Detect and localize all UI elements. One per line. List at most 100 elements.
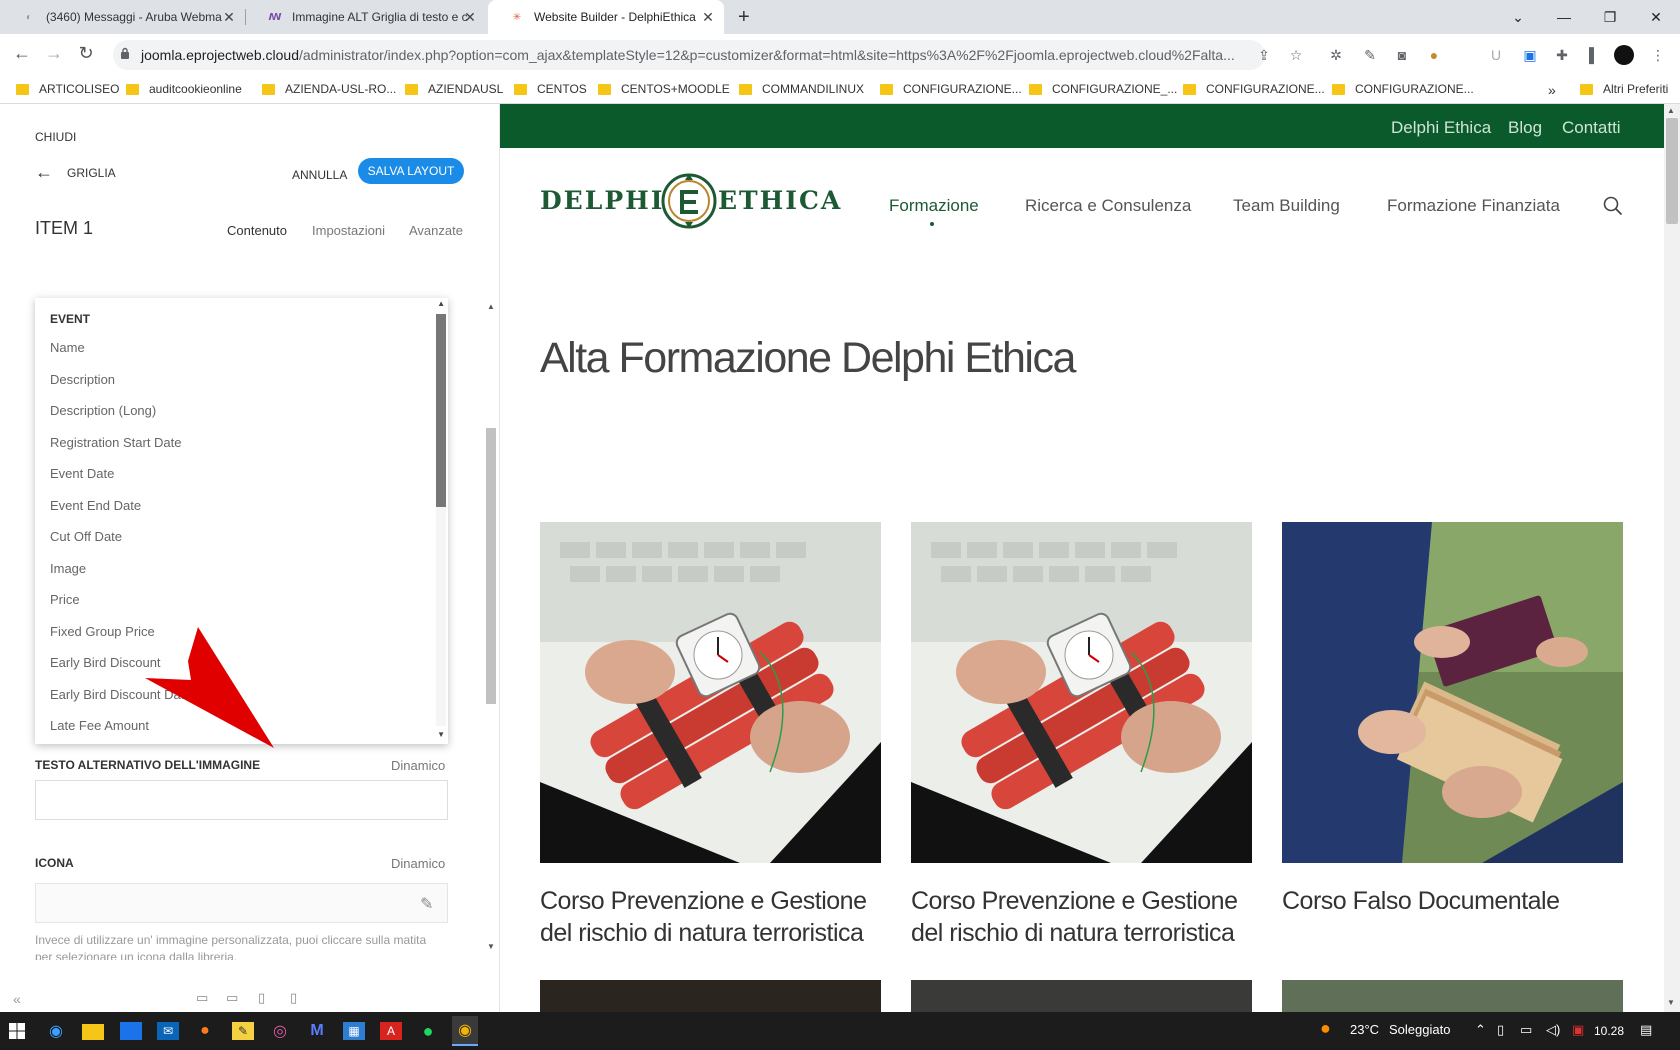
alt-text-input[interactable] bbox=[35, 780, 448, 820]
dropdown-option[interactable]: Late Fee Amount bbox=[50, 718, 149, 733]
back-arrow-icon[interactable]: ← bbox=[35, 162, 53, 183]
clock[interactable]: 10.28 bbox=[1594, 1024, 1624, 1038]
weather-temp[interactable]: 23°C bbox=[1350, 1022, 1379, 1037]
u-extension-icon[interactable]: U bbox=[1486, 45, 1506, 65]
translate-icon[interactable]: ▣ bbox=[1520, 45, 1540, 65]
bookmark-item[interactable]: ARTICOLISEO bbox=[16, 82, 119, 96]
browser-tab-builder[interactable]: ✳ Website Builder - DelphiEthica ✕ bbox=[488, 0, 724, 34]
mobile-view-icon[interactable]: ▯ bbox=[290, 990, 297, 1006]
bookmark-item[interactable]: CENTOS+MOODLE bbox=[598, 82, 730, 96]
dropdown-option[interactable]: Image bbox=[50, 561, 86, 576]
course-image-partial[interactable] bbox=[911, 980, 1252, 1012]
dropdown-option[interactable]: Name bbox=[50, 340, 85, 355]
nav-team-building[interactable]: Team Building bbox=[1233, 196, 1340, 216]
laptop-view-icon[interactable]: ▭ bbox=[226, 990, 238, 1006]
icon-field[interactable] bbox=[35, 883, 448, 923]
course-title[interactable]: Corso Falso Documentale bbox=[1282, 885, 1623, 917]
volume-icon[interactable]: ◁) bbox=[1546, 1022, 1560, 1038]
chrome-icon[interactable]: ◉ bbox=[452, 1016, 478, 1046]
mail-app-icon[interactable]: ✉ bbox=[157, 1022, 179, 1040]
site-logo[interactable]: DELPHI ETHICA bbox=[540, 170, 840, 240]
star-icon[interactable]: ☆ bbox=[1286, 45, 1306, 65]
dropdown-option[interactable]: Cut Off Date bbox=[50, 529, 122, 544]
bookmark-item[interactable]: COMMANDILINUX bbox=[739, 82, 864, 96]
firefox-icon[interactable]: ● bbox=[194, 1020, 216, 1042]
desktop-view-icon[interactable]: ▭ bbox=[196, 990, 208, 1006]
new-tab-icon[interactable]: + bbox=[738, 6, 750, 29]
toplink-blog[interactable]: Blog bbox=[1508, 118, 1542, 138]
nav-ricerca-consulenza[interactable]: Ricerca e Consulenza bbox=[1025, 196, 1191, 216]
save-layout-button[interactable]: SALVA LAYOUT bbox=[358, 158, 464, 184]
icon-dynamic-toggle[interactable]: Dinamico bbox=[391, 856, 445, 871]
dropdown-scroll-down-icon[interactable]: ▼ bbox=[437, 730, 445, 739]
course-card[interactable]: Corso Prevenzione e Gestione del rischio… bbox=[540, 522, 881, 949]
cookie-icon[interactable]: ● bbox=[1424, 45, 1444, 65]
minimize-icon[interactable]: — bbox=[1542, 0, 1586, 34]
bookmark-item[interactable]: CONFIGURAZIONE... bbox=[1183, 82, 1325, 96]
course-card[interactable]: Corso Falso Documentale bbox=[1282, 522, 1623, 917]
address-bar[interactable]: joomla.eprojectweb.cloud/administrator/i… bbox=[113, 40, 1265, 70]
file-explorer-icon[interactable] bbox=[82, 1024, 104, 1040]
close-tab-icon[interactable]: ✕ bbox=[462, 9, 478, 26]
menu-icon[interactable]: ⋮ bbox=[1648, 45, 1668, 65]
app-m-icon[interactable]: M bbox=[306, 1020, 328, 1042]
toplink-contatti[interactable]: Contatti bbox=[1562, 118, 1621, 138]
back-icon[interactable]: ← bbox=[10, 43, 34, 64]
share-icon[interactable]: ⇪ bbox=[1254, 45, 1274, 65]
dropdown-option[interactable]: Event Date bbox=[50, 466, 114, 481]
other-bookmarks[interactable]: Altri Preferiti bbox=[1580, 82, 1668, 96]
lock-icon[interactable] bbox=[120, 47, 130, 60]
close-window-icon[interactable]: ✕ bbox=[1634, 0, 1678, 34]
notification-app-icon[interactable]: ▣ bbox=[1572, 1022, 1584, 1038]
nav-formazione[interactable]: Formazione bbox=[889, 196, 979, 216]
bookmark-item[interactable]: CONFIGURAZIONE_... bbox=[1029, 82, 1177, 96]
cancel-button[interactable]: ANNULLA bbox=[292, 168, 347, 182]
extension-settings-icon[interactable]: ✲ bbox=[1326, 45, 1346, 65]
pencil-icon[interactable]: ✎ bbox=[420, 894, 433, 914]
dropdown-option[interactable]: Registration Start Date bbox=[50, 435, 182, 450]
profile-avatar[interactable] bbox=[1614, 45, 1634, 65]
close-tab-icon[interactable]: ✕ bbox=[700, 9, 716, 26]
tab-avanzate[interactable]: Avanzate bbox=[409, 223, 463, 238]
spotify-icon[interactable]: ● bbox=[417, 1020, 439, 1042]
dropdown-option[interactable]: Description (Long) bbox=[50, 403, 156, 418]
toplink-delphi-ethica[interactable]: Delphi Ethica bbox=[1391, 118, 1491, 138]
course-image-bomb[interactable] bbox=[540, 522, 881, 863]
tray-expand-icon[interactable]: ⌃ bbox=[1475, 1022, 1486, 1038]
bookmark-item[interactable]: AZIENDA-USL-RO... bbox=[262, 82, 396, 96]
close-panel-button[interactable]: CHIUDI bbox=[35, 130, 76, 144]
dropdown-option[interactable]: Description bbox=[50, 372, 115, 387]
tab-impostazioni[interactable]: Impostazioni bbox=[312, 223, 385, 238]
reload-icon[interactable]: ↻ bbox=[74, 43, 98, 64]
acrobat-icon[interactable]: A bbox=[380, 1022, 402, 1040]
course-image-bomb[interactable] bbox=[911, 522, 1252, 863]
store-icon[interactable] bbox=[120, 1022, 142, 1040]
browser-tab-webmail[interactable]: ◐ (3460) Messaggi - Aruba Webma ✕ bbox=[0, 0, 245, 34]
panel-scrollbar[interactable]: ▲ ▼ bbox=[486, 302, 496, 952]
bookmark-item[interactable]: CONFIGURAZIONE... bbox=[880, 82, 1022, 96]
page-scrollbar[interactable]: ▲ ▼ bbox=[1664, 104, 1680, 1012]
tab-search-icon[interactable]: ⌄ bbox=[1496, 0, 1540, 34]
tab-contenuto[interactable]: Contenuto bbox=[227, 223, 287, 238]
sidepanel-icon[interactable]: ▌ bbox=[1584, 45, 1604, 65]
alt-dynamic-toggle[interactable]: Dinamico bbox=[391, 758, 445, 773]
dropdown-option[interactable]: Price bbox=[50, 592, 80, 607]
course-title[interactable]: Corso Prevenzione e Gestione del rischio… bbox=[540, 885, 881, 949]
forward-icon[interactable]: → bbox=[42, 43, 66, 64]
snip-icon[interactable]: ◎ bbox=[269, 1020, 291, 1042]
tablet-view-icon[interactable]: ▯ bbox=[258, 990, 265, 1006]
windows-start-icon[interactable] bbox=[6, 1020, 28, 1042]
dropdown-scroll-up-icon[interactable]: ▲ bbox=[437, 299, 445, 308]
color-picker-icon[interactable]: ✎ bbox=[1360, 45, 1380, 65]
camera-icon[interactable]: ◙ bbox=[1392, 45, 1412, 65]
weather-text[interactable]: Soleggiato bbox=[1389, 1022, 1450, 1037]
network-icon[interactable]: ▭ bbox=[1520, 1022, 1532, 1038]
course-image-partial[interactable] bbox=[1282, 980, 1623, 1012]
course-image-partial[interactable] bbox=[540, 980, 881, 1012]
nav-formazione-finanziata[interactable]: Formazione Finanziata bbox=[1387, 196, 1560, 216]
bookmark-item[interactable]: CONFIGURAZIONE... bbox=[1332, 82, 1474, 96]
browser-tab-alt[interactable]: ꟿ Immagine ALT Griglia di testo e c ✕ bbox=[246, 0, 486, 34]
edge-icon[interactable]: ◉ bbox=[45, 1020, 67, 1042]
notes-icon[interactable]: ✎ bbox=[232, 1022, 254, 1040]
collapse-panel-button[interactable]: « bbox=[13, 991, 21, 1007]
